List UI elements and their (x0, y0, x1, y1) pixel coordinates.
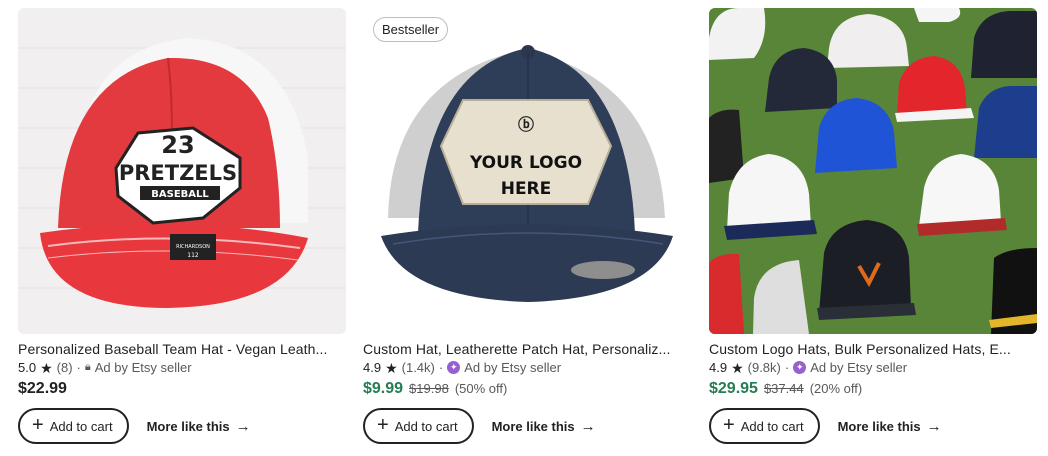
listing-card[interactable]: Custom Logo Hats, Bulk Personalized Hats… (709, 8, 1037, 444)
review-count: (1.4k) (401, 360, 435, 375)
plus-icon: + (723, 414, 735, 436)
add-to-cart-button[interactable]: + Add to cart (709, 408, 820, 444)
listing-meta: 5.0 ★ (8) · 🔒︎ Ad by Etsy seller (18, 360, 346, 375)
sale-price: $29.95 (709, 380, 758, 397)
listing-actions: + Add to cart More like this → (709, 408, 1037, 444)
star-icon: ★ (385, 359, 398, 376)
listing-image[interactable] (709, 8, 1037, 334)
star-seller-icon: ✦ (793, 361, 807, 374)
more-like-this-label: More like this (491, 418, 575, 434)
add-to-cart-label: Add to cart (740, 418, 804, 434)
bestseller-badge: Bestseller (373, 17, 449, 42)
navy-trucker-hat-image: ⓑ YOUR LOGO HERE (363, 8, 691, 334)
hat-tag-brand: RICHARDSON (176, 244, 210, 250)
arrow-right-icon: → (235, 417, 251, 435)
more-like-this-link[interactable]: More like this → (492, 418, 596, 435)
lock-icon: 🔒︎ (84, 361, 91, 373)
listing-actions: + Add to cart More like this → (18, 408, 346, 444)
svg-text:ⓑ: ⓑ (518, 115, 534, 134)
add-to-cart-button[interactable]: + Add to cart (18, 408, 129, 444)
listing-title[interactable]: Custom Hat, Leatherette Patch Hat, Perso… (363, 341, 691, 357)
add-to-cart-label: Add to cart (49, 418, 113, 434)
listing-card[interactable]: 23 PRETZELS BASEBALL RICHARDSON 112 Pers… (18, 8, 346, 444)
listing-image[interactable]: ⓑ YOUR LOGO HERE Bestseller (363, 8, 691, 334)
listing-meta: 4.9 ★ (9.8k) · ✦ Ad by Etsy seller (709, 360, 1037, 375)
listing-actions: + Add to cart More like this → (363, 408, 691, 444)
more-like-this-label: More like this (837, 418, 921, 434)
patch-line-1: YOUR LOGO (469, 153, 582, 173)
patch-sub: BASEBALL (151, 189, 209, 200)
add-to-cart-label: Add to cart (394, 418, 458, 434)
plus-icon: + (377, 414, 389, 436)
separator: · (438, 360, 444, 375)
price-row: $9.99 $19.98 (50% off) (363, 380, 691, 398)
review-count: (9.8k) (747, 360, 781, 375)
arrow-right-icon: → (926, 417, 942, 435)
arrow-right-icon: → (580, 417, 596, 435)
separator: · (76, 360, 81, 375)
separator: · (784, 360, 790, 375)
plus-icon: + (32, 414, 44, 436)
star-seller-icon: ✦ (447, 361, 461, 374)
star-icon: ★ (731, 359, 744, 376)
sale-price: $9.99 (363, 380, 404, 397)
more-like-this-label: More like this (146, 418, 230, 434)
patch-team: PRETZELS (119, 161, 237, 185)
star-icon: ★ (40, 359, 53, 376)
hat-tag-number: 112 (187, 252, 199, 259)
discount-label: (20% off) (809, 381, 863, 396)
more-like-this-link[interactable]: More like this → (147, 418, 251, 435)
rating-value: 4.9 (709, 360, 728, 375)
patch-number: 23 (161, 131, 194, 159)
original-price: $19.98 (409, 381, 449, 396)
original-price: $37.44 (763, 381, 804, 396)
ad-label: Ad by Etsy seller (464, 360, 562, 375)
assorted-hats-on-grass-image (709, 8, 1037, 334)
price-row: $22.99 (18, 380, 346, 398)
rating-value: 5.0 (18, 360, 37, 375)
rating-value: 4.9 (363, 360, 382, 375)
listing-meta: 4.9 ★ (1.4k) · ✦ Ad by Etsy seller (363, 360, 691, 375)
patch-line-2: HERE (501, 179, 552, 199)
listing-image[interactable]: 23 PRETZELS BASEBALL RICHARDSON 112 (18, 8, 346, 334)
red-trucker-hat-image: 23 PRETZELS BASEBALL RICHARDSON 112 (18, 8, 346, 334)
listing-title[interactable]: Custom Logo Hats, Bulk Personalized Hats… (709, 341, 1037, 357)
ad-label: Ad by Etsy seller (810, 360, 908, 375)
price: $22.99 (18, 380, 67, 397)
discount-label: (50% off) (454, 381, 508, 396)
price-row: $29.95 $37.44 (20% off) (709, 380, 1037, 398)
listing-title[interactable]: Personalized Baseball Team Hat - Vegan L… (18, 341, 346, 357)
ad-label: Ad by Etsy seller (94, 360, 192, 375)
listing-card[interactable]: ⓑ YOUR LOGO HERE Bestseller Custom Hat, … (363, 8, 691, 444)
review-count: (8) (56, 360, 73, 375)
more-like-this-link[interactable]: More like this → (838, 418, 942, 435)
add-to-cart-button[interactable]: + Add to cart (363, 408, 474, 444)
